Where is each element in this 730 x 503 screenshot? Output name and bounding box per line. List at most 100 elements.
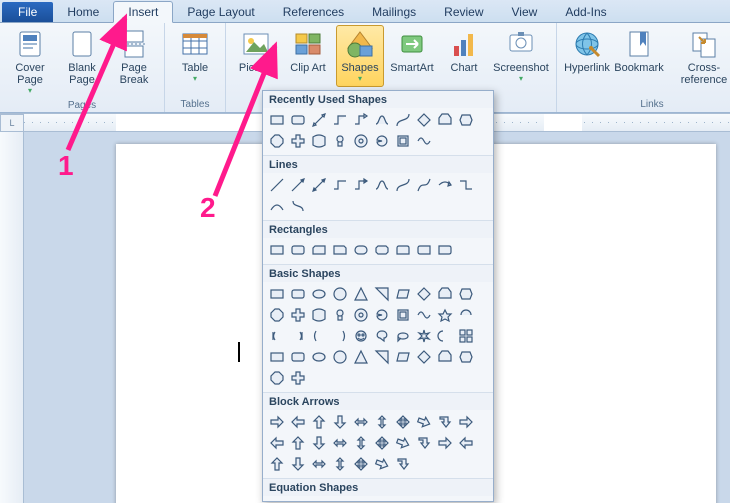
shape-item[interactable] xyxy=(288,498,308,502)
shape-item[interactable] xyxy=(330,131,350,151)
shape-item[interactable] xyxy=(351,175,371,195)
shape-item[interactable] xyxy=(309,412,329,432)
tab-home[interactable]: Home xyxy=(53,2,113,22)
shape-item[interactable] xyxy=(456,110,476,130)
shape-item[interactable] xyxy=(456,433,476,453)
shape-item[interactable] xyxy=(267,175,287,195)
tab-file[interactable]: File xyxy=(2,2,53,22)
shape-item[interactable] xyxy=(267,347,287,367)
shape-item[interactable] xyxy=(414,131,434,151)
shape-item[interactable] xyxy=(393,347,413,367)
shape-item[interactable] xyxy=(309,498,329,502)
shape-item[interactable] xyxy=(351,433,371,453)
shape-item[interactable] xyxy=(267,131,287,151)
shape-item[interactable] xyxy=(414,175,434,195)
shape-item[interactable] xyxy=(393,175,413,195)
shape-item[interactable] xyxy=(267,412,287,432)
shape-item[interactable] xyxy=(330,305,350,325)
shape-item[interactable] xyxy=(267,110,287,130)
shape-item[interactable] xyxy=(435,326,455,346)
shape-item[interactable] xyxy=(309,454,329,474)
shape-item[interactable] xyxy=(372,454,392,474)
shape-item[interactable] xyxy=(435,412,455,432)
shape-item[interactable] xyxy=(414,240,434,260)
shape-item[interactable] xyxy=(288,110,308,130)
shape-item[interactable] xyxy=(351,498,371,502)
shape-item[interactable] xyxy=(288,284,308,304)
shape-item[interactable] xyxy=(351,347,371,367)
page-break-button[interactable]: Page Break xyxy=(110,25,158,89)
chart-button[interactable]: Chart xyxy=(440,25,488,77)
shape-item[interactable] xyxy=(330,412,350,432)
shape-item[interactable] xyxy=(393,305,413,325)
shape-item[interactable] xyxy=(351,131,371,151)
shape-item[interactable] xyxy=(267,196,287,216)
shape-item[interactable] xyxy=(456,326,476,346)
shape-item[interactable] xyxy=(309,305,329,325)
shapes-gallery[interactable]: Recently Used ShapesLinesRectanglesBasic… xyxy=(262,90,494,502)
shape-item[interactable] xyxy=(435,347,455,367)
shape-item[interactable] xyxy=(414,110,434,130)
shape-item[interactable] xyxy=(393,433,413,453)
shape-item[interactable] xyxy=(288,368,308,388)
shape-item[interactable] xyxy=(456,412,476,432)
ruler-vertical[interactable] xyxy=(0,132,24,503)
shape-item[interactable] xyxy=(288,433,308,453)
hyperlink-button[interactable]: Hyperlink xyxy=(563,25,611,77)
shape-item[interactable] xyxy=(393,284,413,304)
shape-item[interactable] xyxy=(351,326,371,346)
shape-item[interactable] xyxy=(351,110,371,130)
shape-item[interactable] xyxy=(309,326,329,346)
shape-item[interactable] xyxy=(267,326,287,346)
shape-item[interactable] xyxy=(330,347,350,367)
shape-item[interactable] xyxy=(288,347,308,367)
shape-item[interactable] xyxy=(372,131,392,151)
shape-item[interactable] xyxy=(309,284,329,304)
shape-item[interactable] xyxy=(372,412,392,432)
table-button[interactable]: Table▾ xyxy=(171,25,219,87)
tab-insert[interactable]: Insert xyxy=(113,1,173,23)
shape-item[interactable] xyxy=(309,175,329,195)
shape-item[interactable] xyxy=(351,305,371,325)
shape-item[interactable] xyxy=(435,284,455,304)
shape-item[interactable] xyxy=(372,240,392,260)
tab-page-layout[interactable]: Page Layout xyxy=(173,2,268,22)
shape-item[interactable] xyxy=(351,284,371,304)
shape-item[interactable] xyxy=(372,326,392,346)
shape-item[interactable] xyxy=(267,454,287,474)
shape-item[interactable] xyxy=(456,347,476,367)
shape-item[interactable] xyxy=(414,412,434,432)
tab-view[interactable]: View xyxy=(498,2,552,22)
shape-item[interactable] xyxy=(309,433,329,453)
shape-item[interactable] xyxy=(393,240,413,260)
shape-item[interactable] xyxy=(309,240,329,260)
shape-item[interactable] xyxy=(267,240,287,260)
shape-item[interactable] xyxy=(267,498,287,502)
shape-item[interactable] xyxy=(288,240,308,260)
shape-item[interactable] xyxy=(435,305,455,325)
shape-item[interactable] xyxy=(414,326,434,346)
shape-item[interactable] xyxy=(267,305,287,325)
blank-page-button[interactable]: Blank Page xyxy=(58,25,106,89)
shape-item[interactable] xyxy=(309,131,329,151)
shape-item[interactable] xyxy=(330,326,350,346)
bookmark-button[interactable]: Bookmark xyxy=(615,25,663,77)
shape-item[interactable] xyxy=(330,498,350,502)
shape-item[interactable] xyxy=(393,454,413,474)
shape-item[interactable] xyxy=(351,240,371,260)
shape-item[interactable] xyxy=(393,131,413,151)
shape-item[interactable] xyxy=(267,368,287,388)
shape-item[interactable] xyxy=(288,196,308,216)
shape-item[interactable] xyxy=(414,305,434,325)
shape-item[interactable] xyxy=(330,454,350,474)
shape-item[interactable] xyxy=(309,110,329,130)
shape-item[interactable] xyxy=(351,454,371,474)
clip-art-button[interactable]: Clip Art xyxy=(284,25,332,77)
shapes-button[interactable]: Shapes▾ xyxy=(336,25,384,87)
shape-item[interactable] xyxy=(288,454,308,474)
shape-item[interactable] xyxy=(267,433,287,453)
tab-mailings[interactable]: Mailings xyxy=(358,2,430,22)
shape-item[interactable] xyxy=(372,284,392,304)
smartart-button[interactable]: SmartArt xyxy=(388,25,436,77)
tab-review[interactable]: Review xyxy=(430,2,497,22)
